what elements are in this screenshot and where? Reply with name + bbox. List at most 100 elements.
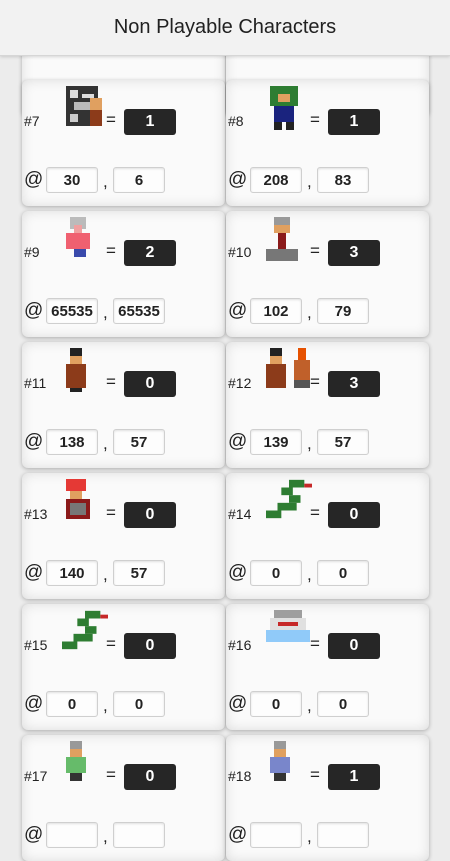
npc-count-value[interactable]: 1 <box>124 109 176 135</box>
comma-separator: , <box>103 696 108 715</box>
npc-count-value[interactable]: 0 <box>124 764 176 790</box>
at-sign: @ <box>228 693 248 714</box>
blue-villager-icon <box>266 741 294 786</box>
npc-id-label: #7 <box>24 113 40 129</box>
npc-y-field[interactable]: 79 <box>317 298 369 324</box>
serpent-icon <box>62 610 108 655</box>
npc-id-label: #16 <box>228 637 252 653</box>
npc-x-field[interactable]: 0 <box>46 691 98 717</box>
npc-x-field[interactable]: 102 <box>250 298 302 324</box>
npc-count-value[interactable]: 1 <box>328 764 380 790</box>
at-sign: @ <box>228 431 248 452</box>
npc-x-field[interactable]: 0 <box>250 560 302 586</box>
equals-sign: = <box>310 503 320 522</box>
at-sign: @ <box>24 169 44 190</box>
ghost-dark-icon <box>62 86 106 135</box>
comma-separator: , <box>103 565 108 584</box>
equals-sign: = <box>310 634 320 653</box>
npc-y-field[interactable]: 83 <box>317 167 369 193</box>
app-bar: Non Playable Characters <box>0 0 450 56</box>
npc-card[interactable]: #7 = 1 @30, 6 <box>22 80 225 206</box>
npc-y-field[interactable]: 57 <box>317 429 369 455</box>
comma-separator: , <box>307 565 312 584</box>
npc-x-field[interactable]: 140 <box>46 560 98 586</box>
brown-robe-fox-icon <box>266 348 314 397</box>
npc-y-field[interactable]: 6 <box>113 167 165 193</box>
green-haired-icon <box>266 86 302 135</box>
npc-count-value[interactable]: 0 <box>328 633 380 659</box>
npc-x-field[interactable]: 208 <box>250 167 302 193</box>
npc-id-label: #8 <box>228 113 244 129</box>
at-sign: @ <box>228 562 248 583</box>
npc-x-field[interactable]: 138 <box>46 429 98 455</box>
equals-sign: = <box>106 503 116 522</box>
npc-count-value[interactable]: 3 <box>328 371 380 397</box>
npc-card[interactable]: #15 = 0 @0, 0 <box>22 604 225 730</box>
at-sign: @ <box>228 169 248 190</box>
npc-card[interactable]: #11 = 0 @138, 57 <box>22 342 225 468</box>
at-sign: @ <box>228 824 248 845</box>
equals-sign: = <box>106 241 116 260</box>
comma-separator: , <box>103 827 108 846</box>
equals-sign: = <box>106 765 116 784</box>
at-sign: @ <box>24 300 44 321</box>
npc-count-value[interactable]: 1 <box>328 109 380 135</box>
npc-card[interactable]: #10 = 3 @102, 79 <box>226 211 429 337</box>
comma-separator: , <box>103 172 108 191</box>
npc-count-value[interactable]: 0 <box>124 502 176 528</box>
comma-separator: , <box>307 434 312 453</box>
npc-card[interactable]: #14 = 0 @0, 0 <box>226 473 429 599</box>
npc-id-label: #9 <box>24 244 40 260</box>
npc-card[interactable]: #16 = 0 @0, 0 <box>226 604 429 730</box>
npc-id-label: #11 <box>24 375 47 391</box>
npc-count-value[interactable]: 0 <box>124 371 176 397</box>
comma-separator: , <box>307 172 312 191</box>
npc-id-label: #10 <box>228 244 252 260</box>
npc-card[interactable]: #17 = 0 @, <box>22 735 225 861</box>
npc-card[interactable]: #18 = 1 @, <box>226 735 429 861</box>
npc-count-value[interactable]: 0 <box>124 633 176 659</box>
npc-count-value[interactable]: 3 <box>328 240 380 266</box>
equals-sign: = <box>106 634 116 653</box>
npc-id-label: #15 <box>24 637 48 653</box>
npc-id-label: #14 <box>228 506 252 522</box>
old-woman-icon <box>62 217 94 262</box>
npc-x-field[interactable] <box>250 822 302 848</box>
npc-x-field[interactable]: 0 <box>250 691 302 717</box>
equals-sign: = <box>310 372 320 391</box>
npc-count-value[interactable]: 0 <box>328 502 380 528</box>
npc-id-label: #13 <box>24 506 48 522</box>
at-sign: @ <box>24 824 44 845</box>
shark-icon <box>266 610 310 647</box>
npc-x-field[interactable] <box>46 822 98 848</box>
red-haired-icon <box>62 479 94 528</box>
equals-sign: = <box>106 372 116 391</box>
npc-id-label: #17 <box>24 768 48 784</box>
at-sign: @ <box>24 562 44 583</box>
npc-x-field[interactable]: 30 <box>46 167 98 193</box>
npc-y-field[interactable]: 0 <box>317 560 369 586</box>
npc-x-field[interactable]: 139 <box>250 429 302 455</box>
npc-card[interactable]: #12 = 3 @139, 57 <box>226 342 429 468</box>
npc-id-label: #12 <box>228 375 252 391</box>
at-sign: @ <box>24 693 44 714</box>
npc-card[interactable]: #8 = 1 @208, 83 <box>226 80 429 206</box>
npc-y-field[interactable] <box>317 822 369 848</box>
npc-y-field[interactable]: 57 <box>113 560 165 586</box>
npc-y-field[interactable]: 65535 <box>113 298 165 324</box>
comma-separator: , <box>103 303 108 322</box>
equals-sign: = <box>310 110 320 129</box>
at-sign: @ <box>24 431 44 452</box>
npc-y-field[interactable] <box>113 822 165 848</box>
npc-card[interactable]: #13 = 0 @140, 57 <box>22 473 225 599</box>
npc-count-value[interactable]: 2 <box>124 240 176 266</box>
npc-y-field[interactable]: 0 <box>113 691 165 717</box>
serpent-icon <box>266 479 312 524</box>
npc-y-field[interactable]: 57 <box>113 429 165 455</box>
brown-robe-icon <box>62 348 90 397</box>
npc-x-field[interactable]: 65535 <box>46 298 98 324</box>
npc-y-field[interactable]: 0 <box>317 691 369 717</box>
comma-separator: , <box>307 303 312 322</box>
comma-separator: , <box>307 696 312 715</box>
npc-card[interactable]: #9 = 2 @65535, 65535 <box>22 211 225 337</box>
